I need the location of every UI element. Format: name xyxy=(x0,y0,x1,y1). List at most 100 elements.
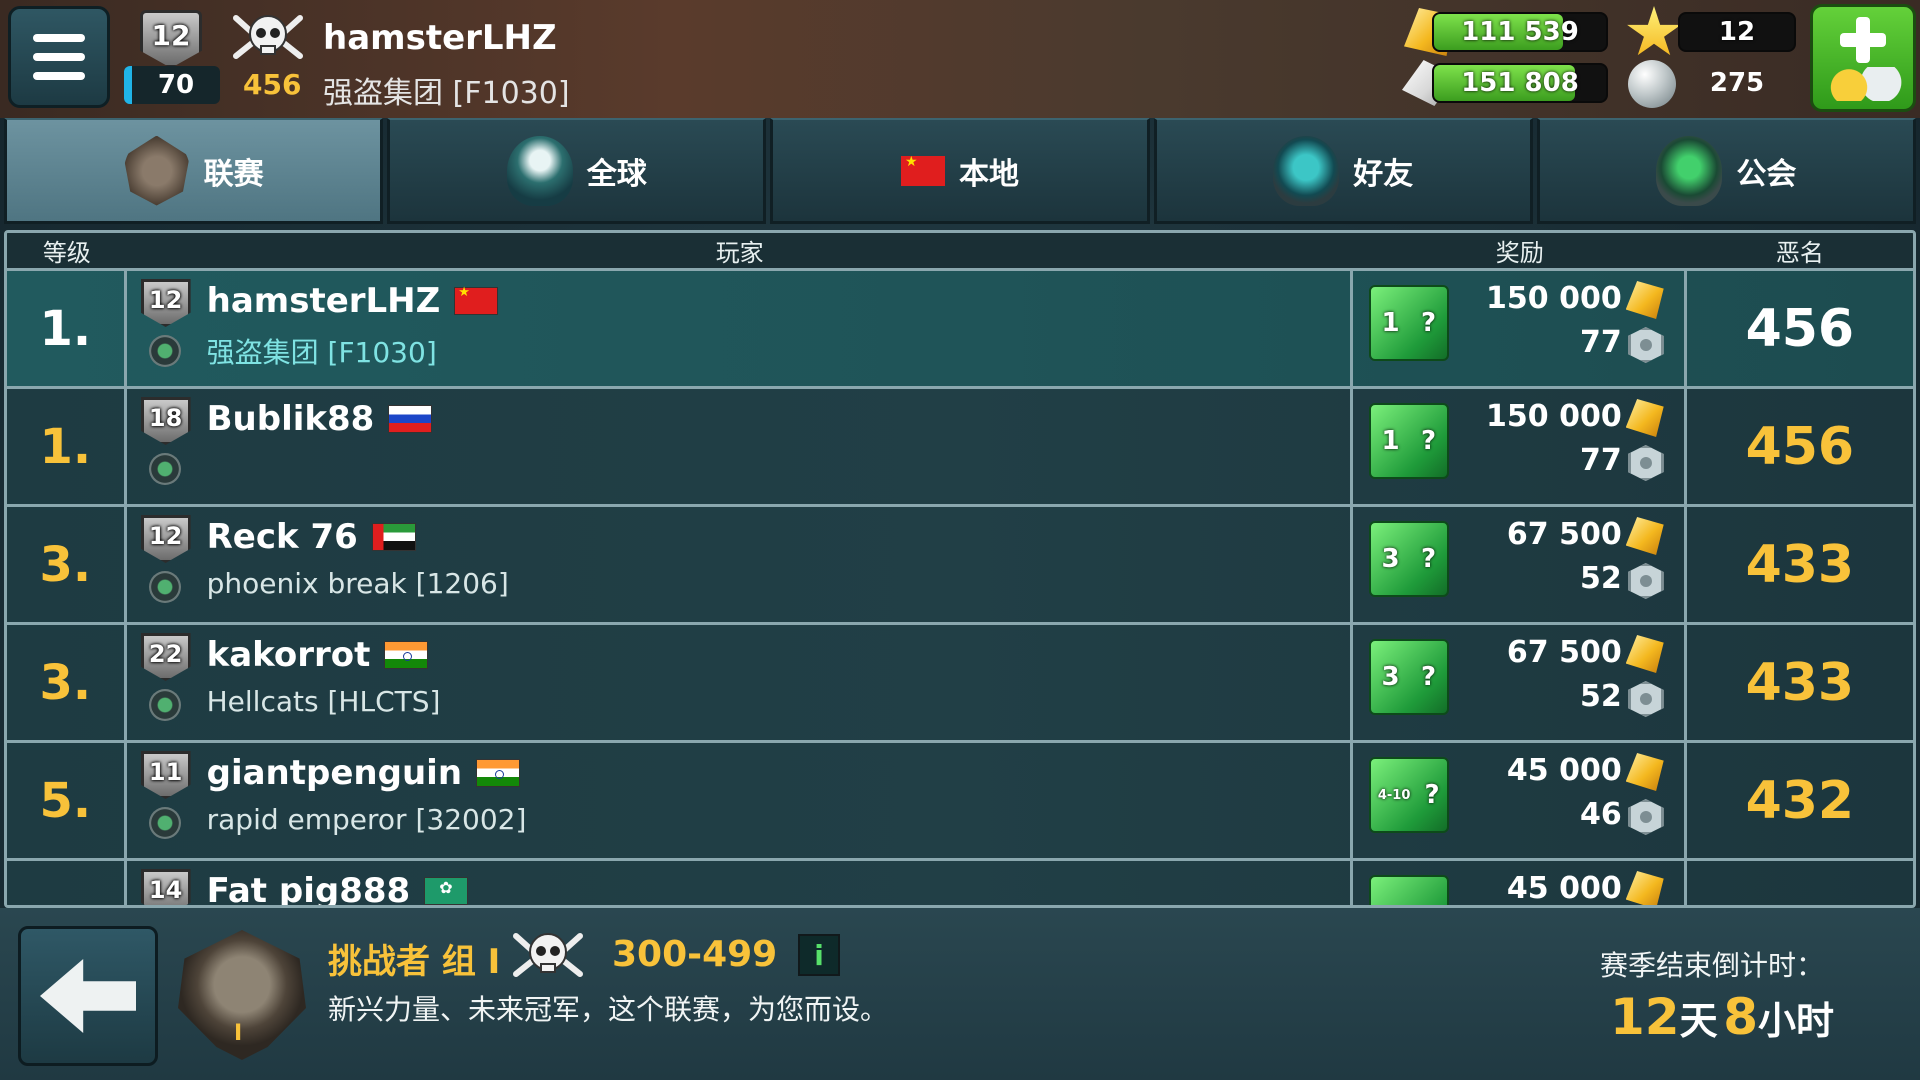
back-arrow-icon xyxy=(40,959,136,1033)
pearl-icon xyxy=(1627,563,1664,599)
row-guild-name: rapid emperor [32002] xyxy=(206,803,527,836)
hamburger-menu-icon xyxy=(33,34,85,42)
row-reward: 3? 67 500 52 xyxy=(1353,625,1687,740)
guild-emblem-icon xyxy=(148,807,181,839)
row-guild-name: phoenix break [1206] xyxy=(206,567,509,600)
leaderboard-table[interactable]: 等级 玩家 奖励 恶名 1. 12 hamsterLHZ 强盗集团 [F1030… xyxy=(4,230,1916,908)
pearl-icon xyxy=(1627,445,1664,481)
row-infamy: 433 xyxy=(1745,534,1855,595)
coins-icon xyxy=(1825,67,1905,101)
xp-counter: 70 xyxy=(124,66,220,104)
season-countdown-label: 赛季结束倒计时： xyxy=(1599,949,1824,982)
league-badge-icon xyxy=(123,135,190,206)
row-player: 14 Fat pig888 xyxy=(127,861,1353,908)
row-player: 11 giantpenguin rapid emperor [32002] xyxy=(127,743,1353,858)
row-reward: 3? 67 500 52 xyxy=(1353,507,1687,622)
table-header: 等级 玩家 奖励 恶名 xyxy=(7,233,1913,271)
gold-icon xyxy=(1625,399,1664,437)
league-infamy-range: 300-499 xyxy=(612,934,778,975)
table-row[interactable]: 3. 12 Reck 76 phoenix break [1206] 3? 67… xyxy=(7,507,1913,625)
player-infamy: 456 xyxy=(243,68,302,101)
table-row[interactable]: 14 Fat pig888 45 000 xyxy=(7,861,1913,908)
league-footer: 挑战者 组 I 300-499 i 新兴力量、未来冠军，这个联赛，为您而设。 赛… xyxy=(0,908,1920,1080)
guild-emblem-icon xyxy=(148,453,181,485)
reward-pearls: 77 xyxy=(1579,325,1622,360)
gold-icon xyxy=(1625,635,1664,673)
gold-icon xyxy=(1625,871,1664,905)
reward-pearls: 46 xyxy=(1579,797,1622,832)
star-icon xyxy=(1627,6,1681,56)
row-infamy: 433 xyxy=(1745,652,1855,713)
row-infamy xyxy=(1687,861,1913,905)
row-rank: 1. xyxy=(7,271,127,386)
row-rank: 3. xyxy=(7,507,127,622)
tab-friends[interactable]: 好友 xyxy=(1153,118,1533,224)
row-player-name: Reck 76 xyxy=(206,517,358,557)
tab-local[interactable]: 本地 xyxy=(770,118,1150,224)
guild-emblem-icon xyxy=(148,689,181,721)
level-shield-icon: 18 xyxy=(140,397,191,445)
row-reward: 1? 150 000 77 xyxy=(1353,271,1687,386)
guild-emblem-icon xyxy=(148,335,181,367)
table-row-self[interactable]: 1. 12 hamsterLHZ 强盗集团 [F1030] 1? 150 000… xyxy=(7,271,1913,389)
row-player-name: hamsterLHZ xyxy=(206,281,441,321)
row-player: 22 kakorrot Hellcats [HLCTS] xyxy=(127,625,1353,740)
league-badge-icon xyxy=(178,930,306,1060)
skull-icon xyxy=(513,933,583,977)
uae-flag-icon xyxy=(371,523,416,551)
reward-crate-icon: 4-10? xyxy=(1368,757,1449,833)
tab-league[interactable]: 联赛 xyxy=(4,118,384,224)
tab-global[interactable]: 全球 xyxy=(387,118,767,224)
table-row[interactable]: 3. 22 kakorrot Hellcats [HLCTS] 3? 67 50… xyxy=(7,625,1913,743)
reward-pearls: 52 xyxy=(1579,561,1622,596)
row-rank: 3. xyxy=(7,625,127,740)
reward-gold: 45 000 xyxy=(1506,871,1622,906)
gold-icon xyxy=(1625,281,1664,319)
info-button[interactable]: i xyxy=(798,934,840,976)
reward-gold: 150 000 xyxy=(1486,399,1622,434)
reward-crate-icon: 1? xyxy=(1368,403,1449,479)
row-player-name: Fat pig888 xyxy=(206,871,411,908)
table-row[interactable]: 5. 11 giantpenguin rapid emperor [32002]… xyxy=(7,743,1913,861)
guild-icon xyxy=(1656,135,1723,206)
header-rank: 等级 xyxy=(42,239,91,267)
row-player-name: kakorrot xyxy=(206,635,371,675)
header-reward: 奖励 xyxy=(1495,239,1544,267)
level-shield-icon: 11 xyxy=(140,751,191,799)
reward-pearls: 52 xyxy=(1579,679,1622,714)
reward-gold: 150 000 xyxy=(1486,281,1622,316)
level-shield-icon: 22 xyxy=(140,633,191,681)
header-player: 玩家 xyxy=(715,239,764,267)
reward-crate-icon: 3? xyxy=(1368,639,1449,715)
pearl-icon xyxy=(1627,799,1664,835)
india-flag-icon xyxy=(476,759,521,787)
stars-counter: 12 xyxy=(1678,12,1796,52)
row-reward: 1? 150 000 77 xyxy=(1353,389,1687,504)
table-row[interactable]: 1. 18 Bublik88 1? 150 000 77 456 xyxy=(7,389,1913,507)
china-flag-icon xyxy=(901,154,945,186)
guild-emblem-icon xyxy=(148,571,181,603)
pearls-counter: 275 xyxy=(1709,68,1765,98)
reward-gold: 67 500 xyxy=(1506,517,1622,552)
friends-icon xyxy=(1273,135,1340,206)
reward-gold: 45 000 xyxy=(1506,753,1622,788)
macau-flag-icon xyxy=(424,877,469,905)
player-name: hamsterLHZ xyxy=(323,18,557,58)
season-countdown: 12天 8小时 xyxy=(1610,988,1834,1046)
pearl-icon xyxy=(1627,681,1664,717)
menu-button[interactable] xyxy=(8,6,110,108)
shop-button[interactable] xyxy=(1810,4,1916,112)
back-button[interactable] xyxy=(18,926,158,1066)
player-guild[interactable]: 强盗集团 [F1030] xyxy=(323,68,570,112)
china-flag-icon xyxy=(454,285,499,315)
row-rank: 1. xyxy=(7,389,127,504)
row-infamy: 432 xyxy=(1745,770,1855,831)
row-player: 12 hamsterLHZ 强盗集团 [F1030] xyxy=(127,271,1353,386)
row-player: 18 Bublik88 xyxy=(127,389,1353,504)
row-rank: 5. xyxy=(7,743,127,858)
tab-guild[interactable]: 公会 xyxy=(1536,118,1917,224)
row-reward: 4-10? 45 000 46 xyxy=(1353,743,1687,858)
row-guild-name: Hellcats [HLCTS] xyxy=(206,685,441,718)
reward-pearls: 77 xyxy=(1579,443,1622,478)
league-title: 挑战者 组 I xyxy=(328,942,501,982)
